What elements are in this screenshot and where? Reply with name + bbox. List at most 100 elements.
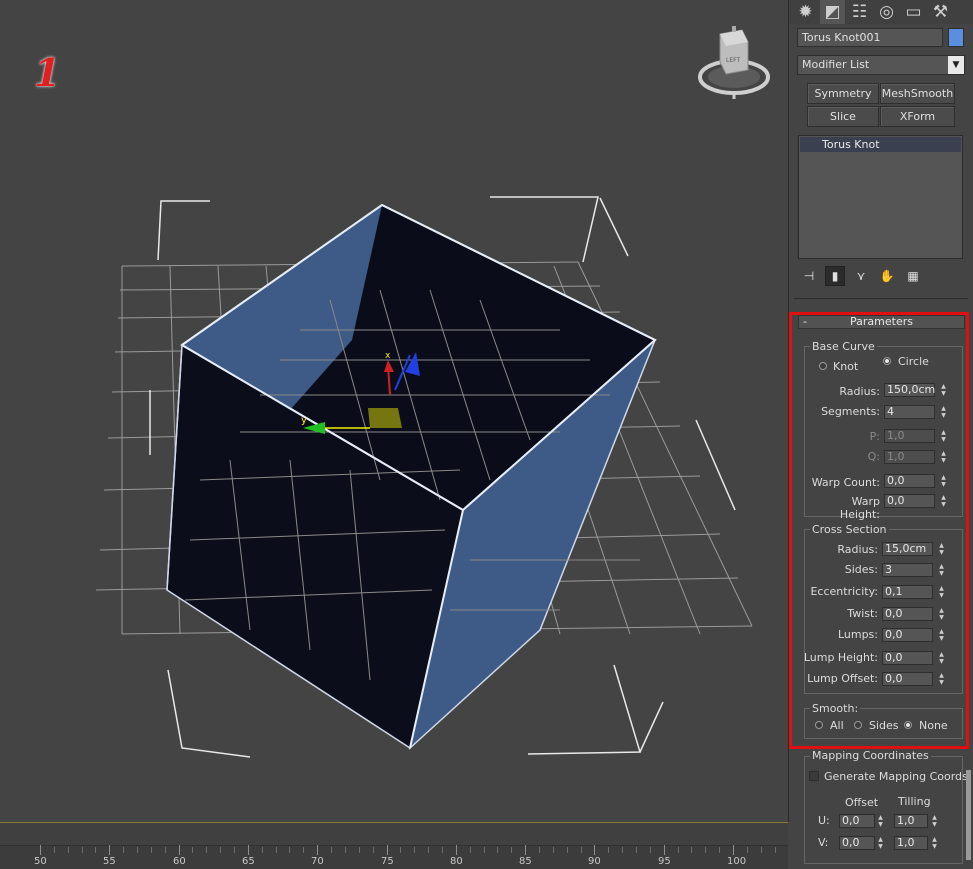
lump-height-label: Lump Height: [803,651,878,664]
smooth-none-radio[interactable] [904,721,912,729]
timeline-tick [137,847,138,853]
time-slider-track[interactable]: 50 55 60 65 70 75 80 85 90 95 100 [0,823,788,869]
smooth-none-label: None [919,719,948,732]
slice-button[interactable]: Slice [807,106,879,127]
timeline-tick [206,847,207,853]
timeline-tick-label: 65 [242,856,255,867]
make-unique-icon[interactable]: ⋎ [851,266,871,286]
scene-canvas[interactable]: y x [0,0,788,822]
show-end-result-icon[interactable]: ▮ [825,266,845,286]
panel-scrollbar[interactable] [966,770,971,860]
hierarchy-tab-icon[interactable]: ☷ [847,0,872,24]
v-offset-spinner[interactable]: ▲ ▼ [876,836,885,850]
lump-offset-spinner[interactable]: ▲ ▼ [937,672,946,686]
timeline-tick-label: 90 [588,856,601,867]
timeline-tick [664,845,665,855]
circle-label: Circle [898,355,929,368]
v-tiling-input[interactable]: 1,0 [894,836,928,850]
object-color-swatch[interactable] [948,28,964,47]
radius-input[interactable]: 150,0cm [884,383,935,397]
lumps-spinner[interactable]: ▲ ▼ [937,628,946,642]
timeline-tick [705,847,706,853]
v-tiling-spinner[interactable]: ▲ ▼ [930,836,939,850]
cs-radius-label: Radius: [837,543,878,556]
timeline-tick [373,847,374,853]
utilities-tab-icon[interactable]: ⚒ [928,0,953,24]
circle-radio[interactable] [883,357,891,365]
segments-spinner[interactable]: ▲ ▼ [939,405,948,419]
timeline-tick [442,847,443,853]
timeline-tick [719,847,720,853]
modifier-list-label: Modifier List [802,58,870,71]
motion-tab-icon[interactable]: ◎ [874,0,899,24]
warp-count-spinner[interactable]: ▲ ▼ [939,474,948,488]
sides-input[interactable]: 3 [882,563,933,577]
dropdown-arrow-icon[interactable]: ▼ [948,56,964,74]
p-spinner[interactable]: ▲ ▼ [939,429,948,443]
u-offset-input[interactable]: 0,0 [839,814,875,828]
object-name-field[interactable]: Torus Knot001 [797,28,943,47]
radius-spinner[interactable]: ▲ ▼ [939,383,948,397]
symmetry-button[interactable]: Symmetry [807,83,879,104]
smooth-title: Smooth: [810,702,861,715]
u-label: U: [818,814,830,827]
lumps-input[interactable]: 0,0 [882,628,933,642]
perspective-viewport[interactable]: y x 1 LEFT [0,0,789,823]
eccentricity-input[interactable]: 0,1 [882,585,933,599]
timeline-tick [678,847,679,853]
u-tiling-input[interactable]: 1,0 [894,814,928,828]
knot-radio[interactable] [819,362,827,370]
u-offset-spinner[interactable]: ▲ ▼ [876,814,885,828]
viewport-label[interactable]: 1 [34,50,60,95]
modifier-list-dropdown[interactable]: Modifier List ▼ [797,55,965,75]
lump-offset-input[interactable]: 0,0 [882,672,933,686]
stack-toolbar: ⊣ ▮ ⋎ ✋ ▦ [799,266,959,286]
xform-button[interactable]: XForm [880,106,955,127]
timeline-tick [220,847,221,853]
remove-modifier-icon[interactable]: ✋ [877,266,897,286]
cs-radius-input[interactable]: 15,0cm [882,542,933,556]
collapse-icon[interactable]: - [803,316,807,328]
lump-height-spinner[interactable]: ▲ ▼ [937,651,946,665]
q-input[interactable]: 1,0 [884,450,935,464]
v-offset-input[interactable]: 0,0 [839,836,875,850]
configure-sets-icon[interactable]: ▦ [903,266,923,286]
base-curve-title: Base Curve [810,340,877,353]
meshsmooth-button[interactable]: MeshSmooth [880,83,955,104]
pin-stack-icon[interactable]: ⊣ [799,266,819,286]
eccentricity-spinner[interactable]: ▲ ▼ [937,585,946,599]
timeline-tick-label: 85 [519,856,532,867]
stack-item-torus-knot[interactable]: Torus Knot [800,137,961,152]
lump-height-input[interactable]: 0,0 [882,651,933,665]
eccentricity-label: Eccentricity: [810,585,878,598]
viewcube[interactable]: LEFT [696,22,776,100]
parameters-rollout-header[interactable]: - Parameters [798,315,965,329]
warp-height-spinner[interactable]: ▲ ▼ [939,494,948,508]
p-input[interactable]: 1,0 [884,429,935,443]
cs-radius-spinner[interactable]: ▲ ▼ [937,542,946,556]
smooth-sides-radio[interactable] [854,721,862,729]
u-tiling-spinner[interactable]: ▲ ▼ [930,814,939,828]
segments-input[interactable]: 4 [884,405,935,419]
axis-x-label: x [385,351,391,361]
sides-spinner[interactable]: ▲ ▼ [937,563,946,577]
create-tab-icon[interactable]: ✹ [793,0,818,24]
timeline-tick [151,847,152,853]
smooth-all-radio[interactable] [815,721,823,729]
generate-mapping-checkbox[interactable] [809,771,819,781]
modify-tab-icon[interactable]: ◩ [820,0,845,24]
display-tab-icon[interactable]: ▭ [901,0,926,24]
lumps-label: Lumps: [837,628,878,641]
modifier-stack[interactable]: Torus Knot [798,135,963,259]
segments-label: Segments: [821,405,880,418]
twist-spinner[interactable]: ▲ ▼ [937,607,946,621]
tiling-header: Tilling [898,795,931,808]
warp-count-input[interactable]: 0,0 [884,474,935,488]
q-spinner[interactable]: ▲ ▼ [939,450,948,464]
timeline-tick [400,847,401,853]
warp-height-input[interactable]: 0,0 [884,494,935,508]
parameters-title: Parameters [850,315,913,328]
twist-input[interactable]: 0,0 [882,607,933,621]
timeline-tick-label: 50 [34,856,47,867]
timeline-bar[interactable] [0,823,788,846]
